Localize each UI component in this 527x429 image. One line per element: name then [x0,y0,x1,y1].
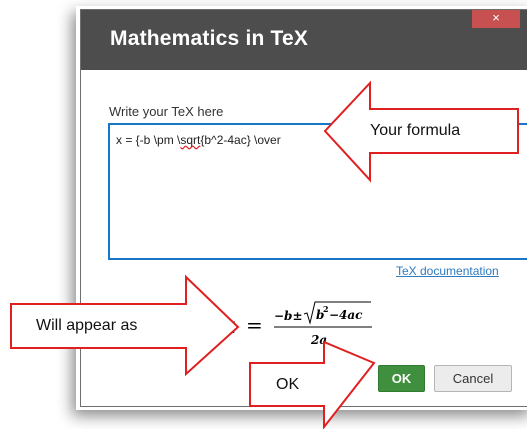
preview-numerator-prefix: −b± [274,309,303,323]
preview-radicand-exp: 2 [323,304,329,314]
tex-dialog: Mathematics in TeX × Write your TeX here… [80,9,527,407]
dialog-body: Write your TeX here x = {-b \pm \sqrt{b^… [81,70,527,406]
preview-equals: = [246,313,263,337]
close-icon: × [492,10,500,25]
formula-callout-text: Your formula [370,122,461,139]
dialog-title: Mathematics in TeX [110,27,309,50]
cancel-button[interactable]: Cancel [434,365,512,392]
ok-button[interactable]: OK [378,365,425,392]
appear-callout-text: Will appear as [36,317,138,334]
tex-input-text-misspelled: sqrt [180,133,201,147]
tex-input[interactable]: x = {-b \pm \sqrt{b^2-4ac} \over [108,123,527,260]
dialog-titlebar: Mathematics in TeX × [81,10,527,70]
tex-input-text-prefix: x = {-b \pm \ [116,133,181,147]
ok-callout-text: OK [276,376,300,393]
tex-input-label: Write your TeX here [109,104,224,119]
preview-lhs: x [222,313,236,339]
preview-denominator: 2a [310,333,327,347]
preview-radicand-rest: −4ac [329,308,363,322]
tex-input-text-suffix: {b^2-4ac} \over [200,133,281,147]
close-button[interactable]: × [472,10,520,28]
tex-documentation-link[interactable]: TeX documentation [396,264,499,278]
formula-preview: x = −b± b 2 −4ac 2a [222,301,372,347]
